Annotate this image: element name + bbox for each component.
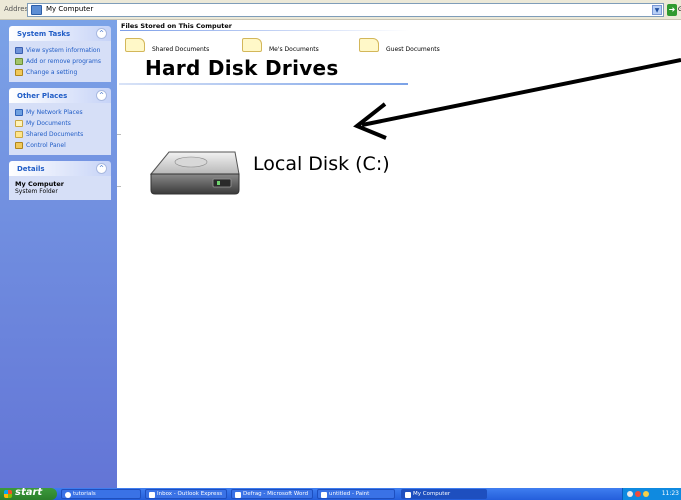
word-document-icon <box>235 492 241 498</box>
go-button[interactable]: ➜ Go <box>667 4 681 16</box>
taskbar-button-active[interactable]: My Computer <box>401 489 487 499</box>
arrow-right-icon: ➜ <box>667 4 677 16</box>
my-computer-window: Address My Computer ▼ ➜ Go System Tasks … <box>0 0 681 500</box>
windows-logo-icon <box>4 490 12 498</box>
address-value: My Computer <box>46 5 94 13</box>
chevron-down-icon[interactable]: ▼ <box>652 5 662 15</box>
add-remove-programs-icon <box>15 58 23 65</box>
divider-tick <box>117 186 121 187</box>
task-view-system-information[interactable]: View system information <box>15 45 105 56</box>
collapse-icon[interactable]: ^ <box>96 90 107 101</box>
folder-icon <box>242 38 262 52</box>
other-places-title: Other Places <box>17 92 68 100</box>
task-change-setting[interactable]: Change a setting <box>15 67 105 78</box>
my-computer-icon <box>31 5 42 15</box>
taskbar: start tutorials Inbox - Outlook Express … <box>0 487 681 500</box>
other-places-box: Other Places ^ My Network Places My Docu… <box>9 88 111 155</box>
place-control-panel[interactable]: Control Panel <box>15 140 105 151</box>
taskbar-button-label: Defrag - Microsoft Word <box>243 491 309 497</box>
start-label: start <box>15 487 43 498</box>
folder-icon <box>125 38 145 52</box>
clock: 11:23 <box>661 490 679 497</box>
place-my-network-places[interactable]: My Network Places <box>15 107 105 118</box>
task-add-remove-programs[interactable]: Add or remove programs <box>15 56 105 67</box>
program-icon <box>65 492 71 498</box>
network-places-icon <box>15 109 23 116</box>
place-label: My Network Places <box>26 109 83 116</box>
taskbar-button[interactable]: tutorials <box>61 489 141 499</box>
volume-icon[interactable] <box>643 491 649 497</box>
paint-icon <box>321 492 327 498</box>
section-divider <box>119 83 408 85</box>
outlook-express-icon <box>149 492 155 498</box>
place-label: Control Panel <box>26 142 66 149</box>
task-pane: System Tasks ^ View system information A… <box>0 20 117 488</box>
section-divider <box>120 30 410 31</box>
drives-section-title: Hard Disk Drives <box>145 56 339 80</box>
my-computer-icon <box>405 492 411 498</box>
details-header[interactable]: Details ^ <box>9 161 111 176</box>
system-tasks-body: View system information Add or remove pr… <box>9 41 111 82</box>
system-tasks-title: System Tasks <box>17 30 71 38</box>
start-button[interactable]: start <box>0 487 57 500</box>
place-label: Shared Documents <box>26 131 84 138</box>
other-places-header[interactable]: Other Places ^ <box>9 88 111 103</box>
system-info-icon <box>15 47 23 54</box>
other-places-body: My Network Places My Documents Shared Do… <box>9 103 111 155</box>
folder-icon <box>359 38 379 52</box>
details-name: My Computer <box>15 180 64 188</box>
details-box: Details ^ My Computer System Folder <box>9 161 111 200</box>
control-panel-icon <box>15 69 23 76</box>
system-tray: 11:23 <box>622 488 681 500</box>
collapse-icon[interactable]: ^ <box>96 163 107 174</box>
taskbar-button[interactable]: Defrag - Microsoft Word <box>231 489 313 499</box>
place-shared-documents[interactable]: Shared Documents <box>15 129 105 140</box>
drive-label: Local Disk (C:) <box>253 153 390 175</box>
details-body: My Computer System Folder <box>9 176 111 200</box>
taskbar-button-label: My Computer <box>413 491 451 497</box>
place-my-documents[interactable]: My Documents <box>15 118 105 129</box>
shared-folder-icon <box>15 131 23 138</box>
address-input[interactable]: My Computer ▼ <box>27 3 664 17</box>
taskbar-button[interactable]: Inbox - Outlook Express <box>145 489 227 499</box>
folder-label: Me's Documents <box>269 46 319 53</box>
taskbar-button-label: untitled - Paint <box>329 491 370 497</box>
taskbar-button-label: Inbox - Outlook Express <box>157 491 223 497</box>
address-bar: Address My Computer ▼ ➜ Go <box>0 0 681 20</box>
details-type: System Folder <box>15 188 58 195</box>
control-panel-icon <box>15 142 23 149</box>
system-tasks-header[interactable]: System Tasks ^ <box>9 26 111 41</box>
details-title: Details <box>17 165 45 173</box>
folder-label: Guest Documents <box>386 46 440 53</box>
taskbar-button-label: tutorials <box>73 491 96 497</box>
place-label: My Documents <box>26 120 71 127</box>
task-label: Add or remove programs <box>26 58 101 65</box>
task-label: Change a setting <box>26 69 78 76</box>
security-icon[interactable] <box>635 491 641 497</box>
system-tasks-box: System Tasks ^ View system information A… <box>9 26 111 82</box>
hard-drive-icon <box>149 151 240 195</box>
network-icon[interactable] <box>627 491 633 497</box>
content-area: Files Stored on This Computer Shared Doc… <box>117 20 681 488</box>
collapse-icon[interactable]: ^ <box>96 28 107 39</box>
divider-tick <box>117 134 121 135</box>
files-section-title: Files Stored on This Computer <box>121 22 233 30</box>
folder-label: Shared Documents <box>152 46 210 53</box>
taskbar-button[interactable]: untitled - Paint <box>317 489 395 499</box>
folder-icon <box>15 120 23 127</box>
task-label: View system information <box>26 47 101 54</box>
